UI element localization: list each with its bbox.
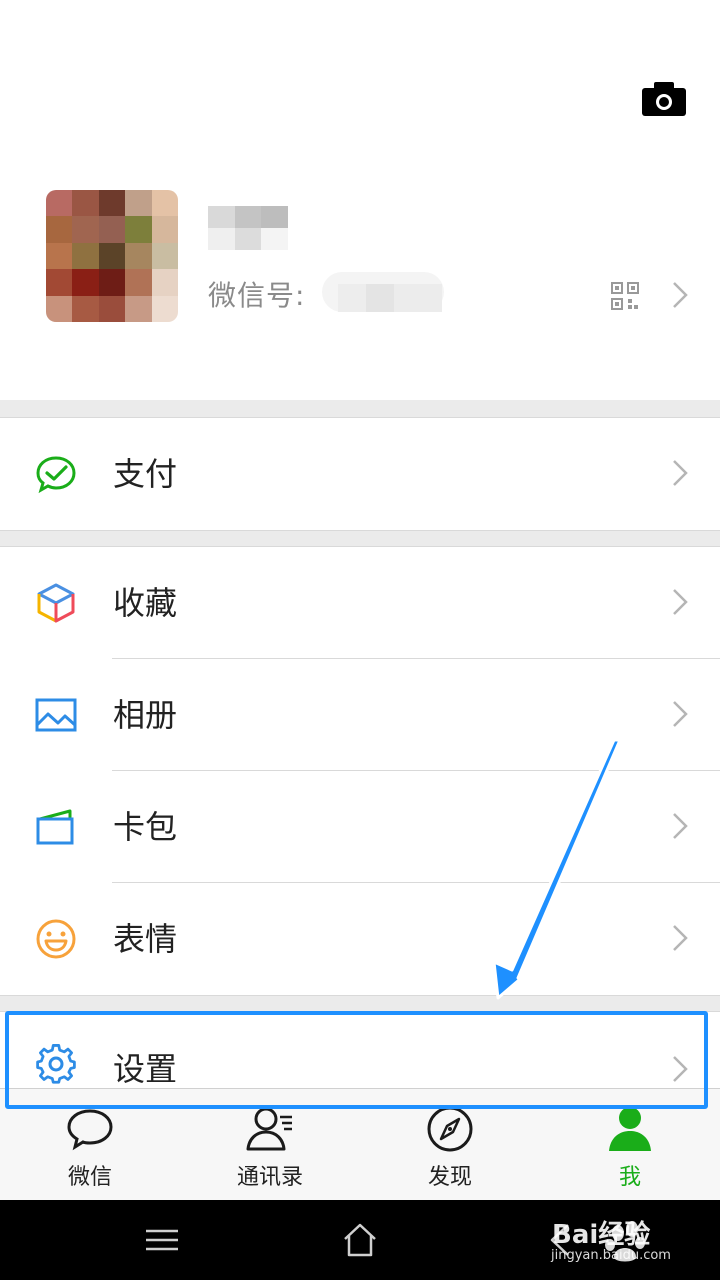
chevron-right-icon (673, 813, 688, 839)
avatar[interactable] (46, 190, 178, 322)
contacts-icon (246, 1107, 292, 1151)
menu-icon[interactable] (142, 1220, 182, 1260)
camera-icon[interactable] (642, 82, 686, 116)
me-screen: 微信号: 支付 收藏 相册 卡包 表情 设置 微信 通讯录 发现 我 Bai经验… (0, 0, 720, 1280)
chat-bubble-icon (67, 1109, 113, 1151)
chevron-right-icon (673, 460, 688, 486)
menu-item-album[interactable]: 相册 (0, 659, 720, 771)
smiley-face-icon (36, 919, 76, 959)
menu-label-stickers: 表情 (113, 920, 178, 958)
wechat-id-label: 微信号: (208, 279, 306, 312)
tab-label-chats: 微信 (67, 1165, 112, 1190)
menu-label-favorites: 收藏 (113, 584, 178, 622)
chevron-right-icon (673, 282, 688, 308)
wechat-pay-icon (36, 456, 76, 494)
album-picture-icon (35, 698, 77, 732)
profile-header[interactable]: 微信号: (0, 0, 720, 400)
chevron-right-icon (673, 701, 688, 727)
watermark-brand: Bai经验 (552, 1220, 651, 1250)
tab-label-discover: 发现 (427, 1165, 472, 1190)
chevron-right-icon (673, 925, 688, 951)
card-wallet-icon (36, 809, 74, 845)
favorites-cube-icon (37, 583, 75, 623)
menu-group-main: 收藏 相册 卡包 表情 (0, 546, 720, 996)
menu-group-pay: 支付 (0, 417, 720, 531)
chevron-right-icon (673, 589, 688, 615)
menu-item-favorites[interactable]: 收藏 (0, 547, 720, 659)
wechat-id-blurred (322, 262, 444, 314)
tab-label-contacts: 通讯录 (236, 1165, 303, 1190)
home-icon[interactable] (340, 1220, 380, 1260)
menu-label-album: 相册 (113, 696, 178, 734)
menu-item-pay[interactable]: 支付 (0, 418, 720, 530)
highlight-box (5, 1011, 708, 1109)
tab-label-me: 我 (618, 1165, 641, 1190)
qr-code-icon[interactable] (611, 282, 639, 310)
person-icon (609, 1107, 651, 1151)
menu-item-cards[interactable]: 卡包 (0, 771, 720, 883)
menu-label-pay: 支付 (113, 455, 178, 493)
menu-label-cards: 卡包 (113, 808, 178, 846)
nickname-blurred (208, 206, 288, 250)
menu-item-stickers[interactable]: 表情 (0, 883, 720, 995)
watermark-url: jingyan.baidu.com (551, 1248, 671, 1263)
compass-icon (427, 1106, 473, 1152)
